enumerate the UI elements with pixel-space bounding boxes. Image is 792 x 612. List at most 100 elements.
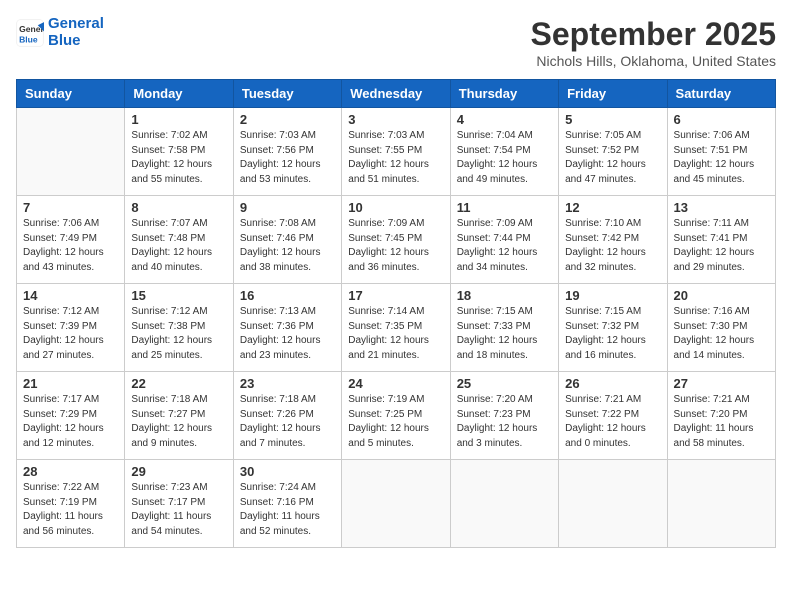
title-block: September 2025 Nichols Hills, Oklahoma, … xyxy=(531,16,776,69)
day-number: 14 xyxy=(23,288,118,303)
day-info: Sunrise: 7:06 AMSunset: 7:49 PMDaylight:… xyxy=(23,217,118,275)
day-info: Sunrise: 7:10 AMSunset: 7:42 PMDaylight:… xyxy=(565,217,660,275)
day-number: 4 xyxy=(457,112,552,127)
day-number: 16 xyxy=(240,288,335,303)
day-number: 20 xyxy=(674,288,769,303)
day-info: Sunrise: 7:02 AMSunset: 7:58 PMDaylight:… xyxy=(131,129,226,187)
day-info: Sunrise: 7:24 AMSunset: 7:16 PMDaylight:… xyxy=(240,481,335,539)
calendar-cell: 16Sunrise: 7:13 AMSunset: 7:36 PMDayligh… xyxy=(233,284,341,372)
col-header-sunday: Sunday xyxy=(17,80,125,108)
day-info: Sunrise: 7:18 AMSunset: 7:26 PMDaylight:… xyxy=(240,393,335,451)
calendar-cell: 19Sunrise: 7:15 AMSunset: 7:32 PMDayligh… xyxy=(559,284,667,372)
day-number: 7 xyxy=(23,200,118,215)
month-title: September 2025 xyxy=(531,16,776,53)
day-info: Sunrise: 7:06 AMSunset: 7:51 PMDaylight:… xyxy=(674,129,769,187)
week-row-3: 21 Sunrise: 7:17 AMSunset: 7:29 PMDayligh… xyxy=(17,372,776,460)
calendar-cell: 27 Sunrise: 7:21 AMSunset: 7:20 PMDayligh… xyxy=(667,372,775,460)
col-header-tuesday: Tuesday xyxy=(233,80,341,108)
calendar-cell: 5Sunrise: 7:05 AMSunset: 7:52 PMDaylight… xyxy=(559,108,667,196)
calendar-cell: 26 Sunrise: 7:21 AMSunset: 7:22 PMDayligh… xyxy=(559,372,667,460)
day-number: 22 xyxy=(131,376,226,391)
logo-text: General Blue xyxy=(48,16,104,49)
calendar-cell: 21 Sunrise: 7:17 AMSunset: 7:29 PMDayligh… xyxy=(17,372,125,460)
day-info: Sunrise: 7:11 AMSunset: 7:41 PMDaylight:… xyxy=(674,217,769,275)
day-number: 28 xyxy=(23,464,118,479)
day-number: 17 xyxy=(348,288,443,303)
calendar-cell: 9 Sunrise: 7:08 AMSunset: 7:46 PMDaylight… xyxy=(233,196,341,284)
day-number: 11 xyxy=(457,200,552,215)
day-info: Sunrise: 7:09 AMSunset: 7:45 PMDaylight:… xyxy=(348,217,443,275)
col-header-friday: Friday xyxy=(559,80,667,108)
calendar-cell: 6 Sunrise: 7:06 AMSunset: 7:51 PMDaylight… xyxy=(667,108,775,196)
day-number: 15 xyxy=(131,288,226,303)
calendar-cell: 30 Sunrise: 7:24 AMSunset: 7:16 PMDayligh… xyxy=(233,460,341,548)
day-number: 18 xyxy=(457,288,552,303)
calendar-cell: 3 Sunrise: 7:03 AMSunset: 7:55 PMDaylight… xyxy=(342,108,450,196)
calendar-cell: 11Sunrise: 7:09 AMSunset: 7:44 PMDayligh… xyxy=(450,196,558,284)
calendar-cell xyxy=(342,460,450,548)
calendar-header-row: SundayMondayTuesdayWednesdayThursdayFrid… xyxy=(17,80,776,108)
calendar-cell xyxy=(17,108,125,196)
calendar-cell: 15 Sunrise: 7:12 AMSunset: 7:38 PMDayligh… xyxy=(125,284,233,372)
calendar-cell: 13 Sunrise: 7:11 AMSunset: 7:41 PMDayligh… xyxy=(667,196,775,284)
day-info: Sunrise: 7:16 AMSunset: 7:30 PMDaylight:… xyxy=(674,305,769,363)
col-header-monday: Monday xyxy=(125,80,233,108)
calendar-cell: 29Sunrise: 7:23 AMSunset: 7:17 PMDayligh… xyxy=(125,460,233,548)
calendar-cell: 18 Sunrise: 7:15 AMSunset: 7:33 PMDayligh… xyxy=(450,284,558,372)
day-number: 12 xyxy=(565,200,660,215)
day-number: 19 xyxy=(565,288,660,303)
day-info: Sunrise: 7:12 AMSunset: 7:38 PMDaylight:… xyxy=(131,305,226,363)
calendar-cell: 20 Sunrise: 7:16 AMSunset: 7:30 PMDayligh… xyxy=(667,284,775,372)
day-info: Sunrise: 7:03 AMSunset: 7:55 PMDaylight:… xyxy=(348,129,443,187)
day-number: 8 xyxy=(131,200,226,215)
week-row-2: 14 Sunrise: 7:12 AMSunset: 7:39 PMDayligh… xyxy=(17,284,776,372)
day-number: 23 xyxy=(240,376,335,391)
calendar-cell: 12 Sunrise: 7:10 AMSunset: 7:42 PMDayligh… xyxy=(559,196,667,284)
day-number: 2 xyxy=(240,112,335,127)
svg-text:Blue: Blue xyxy=(19,34,38,44)
day-info: Sunrise: 7:19 AMSunset: 7:25 PMDaylight:… xyxy=(348,393,443,451)
calendar-cell xyxy=(450,460,558,548)
day-info: Sunrise: 7:08 AMSunset: 7:46 PMDaylight:… xyxy=(240,217,335,275)
col-header-wednesday: Wednesday xyxy=(342,80,450,108)
day-number: 30 xyxy=(240,464,335,479)
day-info: Sunrise: 7:23 AMSunset: 7:17 PMDaylight:… xyxy=(131,481,226,539)
day-number: 27 xyxy=(674,376,769,391)
day-number: 25 xyxy=(457,376,552,391)
day-number: 21 xyxy=(23,376,118,391)
logo: General Blue General Blue xyxy=(16,16,104,49)
day-info: Sunrise: 7:20 AMSunset: 7:23 PMDaylight:… xyxy=(457,393,552,451)
day-number: 3 xyxy=(348,112,443,127)
day-info: Sunrise: 7:21 AMSunset: 7:22 PMDaylight:… xyxy=(565,393,660,451)
day-number: 13 xyxy=(674,200,769,215)
col-header-thursday: Thursday xyxy=(450,80,558,108)
week-row-1: 7 Sunrise: 7:06 AMSunset: 7:49 PMDaylight… xyxy=(17,196,776,284)
day-info: Sunrise: 7:07 AMSunset: 7:48 PMDaylight:… xyxy=(131,217,226,275)
day-info: Sunrise: 7:04 AMSunset: 7:54 PMDaylight:… xyxy=(457,129,552,187)
calendar-table: SundayMondayTuesdayWednesdayThursdayFrid… xyxy=(16,79,776,548)
day-number: 26 xyxy=(565,376,660,391)
week-row-0: 1Sunrise: 7:02 AMSunset: 7:58 PMDaylight… xyxy=(17,108,776,196)
calendar-cell: 17 Sunrise: 7:14 AMSunset: 7:35 PMDayligh… xyxy=(342,284,450,372)
day-info: Sunrise: 7:05 AMSunset: 7:52 PMDaylight:… xyxy=(565,129,660,187)
day-number: 9 xyxy=(240,200,335,215)
week-row-4: 28 Sunrise: 7:22 AMSunset: 7:19 PMDayligh… xyxy=(17,460,776,548)
day-info: Sunrise: 7:03 AMSunset: 7:56 PMDaylight:… xyxy=(240,129,335,187)
calendar-cell: 25 Sunrise: 7:20 AMSunset: 7:23 PMDayligh… xyxy=(450,372,558,460)
calendar-cell: 22Sunrise: 7:18 AMSunset: 7:27 PMDayligh… xyxy=(125,372,233,460)
calendar-cell: 7 Sunrise: 7:06 AMSunset: 7:49 PMDaylight… xyxy=(17,196,125,284)
page-header: General Blue General Blue September 2025… xyxy=(16,16,776,69)
col-header-saturday: Saturday xyxy=(667,80,775,108)
calendar-cell xyxy=(559,460,667,548)
day-number: 6 xyxy=(674,112,769,127)
day-info: Sunrise: 7:22 AMSunset: 7:19 PMDaylight:… xyxy=(23,481,118,539)
logo-icon: General Blue xyxy=(16,19,44,47)
day-info: Sunrise: 7:17 AMSunset: 7:29 PMDaylight:… xyxy=(23,393,118,451)
day-info: Sunrise: 7:15 AMSunset: 7:33 PMDaylight:… xyxy=(457,305,552,363)
calendar-cell: 24Sunrise: 7:19 AMSunset: 7:25 PMDayligh… xyxy=(342,372,450,460)
calendar-cell: 8 Sunrise: 7:07 AMSunset: 7:48 PMDaylight… xyxy=(125,196,233,284)
location: Nichols Hills, Oklahoma, United States xyxy=(531,53,776,69)
day-info: Sunrise: 7:14 AMSunset: 7:35 PMDaylight:… xyxy=(348,305,443,363)
day-info: Sunrise: 7:21 AMSunset: 7:20 PMDaylight:… xyxy=(674,393,769,451)
day-info: Sunrise: 7:12 AMSunset: 7:39 PMDaylight:… xyxy=(23,305,118,363)
